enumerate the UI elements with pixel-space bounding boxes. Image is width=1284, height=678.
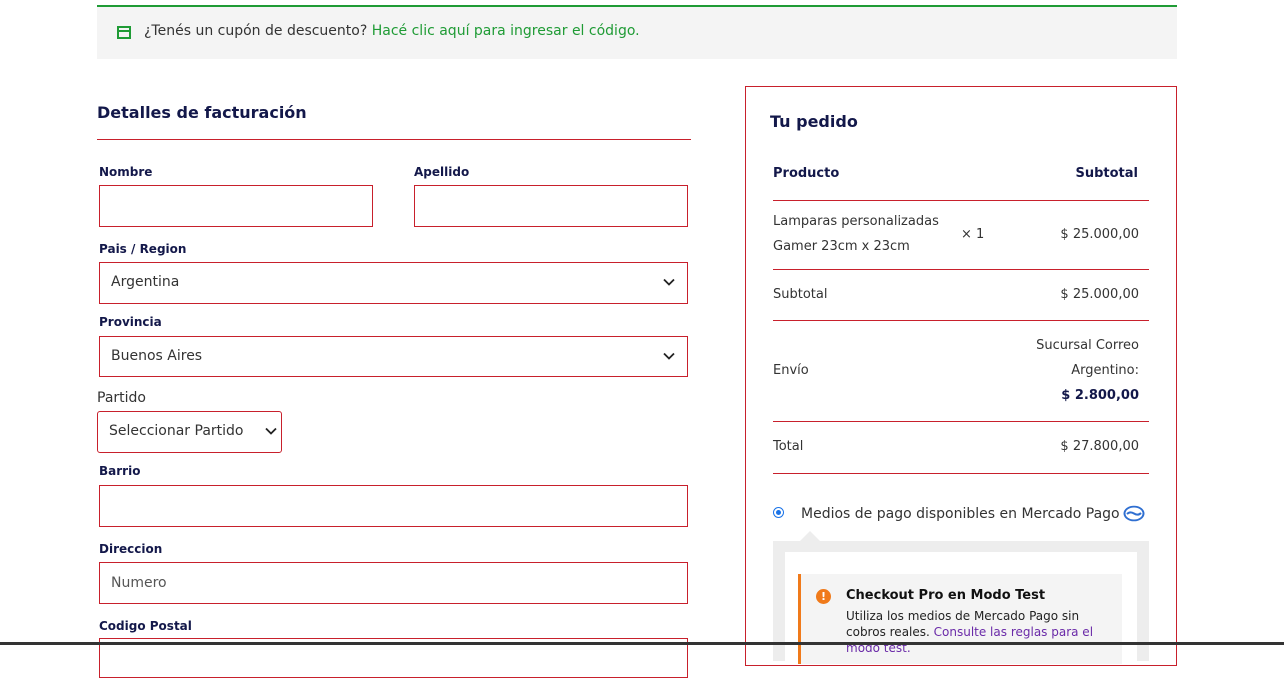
nombre-label: Nombre — [99, 165, 153, 179]
subtotal-label: Subtotal — [773, 287, 828, 302]
order-divider — [773, 269, 1149, 270]
envio-label: Envío — [773, 363, 809, 378]
order-title: Tu pedido — [770, 112, 858, 131]
provincia-select[interactable]: Buenos Aires — [99, 336, 688, 377]
total-value: $ 27.800,00 — [1060, 439, 1139, 454]
envio-price: $ 2.800,00 — [1061, 388, 1139, 403]
chevron-down-icon — [663, 278, 675, 286]
item-price: $ 25.000,00 — [1060, 227, 1139, 242]
pais-value: Argentina — [111, 274, 180, 290]
provincia-value: Buenos Aires — [111, 348, 203, 364]
codigo-postal-label: Codigo Postal — [99, 619, 192, 633]
nombre-input[interactable] — [99, 185, 373, 227]
column-product: Producto — [773, 166, 840, 181]
provincia-label: Provincia — [99, 315, 162, 329]
item-quantity: × 1 — [961, 227, 985, 242]
barrio-input[interactable] — [99, 485, 688, 527]
order-divider — [773, 320, 1149, 321]
coupon-notice: ¿Tenés un cupón de descuento? Hacé clic … — [97, 5, 1177, 59]
envio-method-line1: Sucursal Correo — [1036, 338, 1139, 353]
coupon-prompt: ¿Tenés un cupón de descuento? — [144, 23, 372, 39]
item-name-line1: Lamparas personalizadas — [773, 214, 939, 229]
chevron-down-icon — [663, 352, 675, 360]
payment-radio[interactable] — [773, 507, 784, 518]
notice-title: Checkout Pro en Modo Test — [846, 588, 1046, 603]
test-mode-notice: ! Checkout Pro en Modo Test Utiliza los … — [798, 574, 1122, 664]
order-divider — [773, 421, 1149, 422]
order-divider — [773, 200, 1149, 201]
partido-label: Partido — [97, 390, 146, 406]
direccion-input[interactable] — [99, 562, 688, 604]
coupon-link[interactable]: Hacé clic aquí para ingresar el código. — [372, 23, 640, 39]
envio-method-line2: Argentino: — [1071, 363, 1139, 378]
pais-label: Pais / Region — [99, 242, 187, 256]
pais-select[interactable]: Argentina — [99, 262, 688, 304]
direccion-label: Direccion — [99, 542, 163, 556]
order-divider — [773, 473, 1149, 474]
payment-option-label[interactable]: Medios de pago disponibles en Mercado Pa… — [801, 506, 1120, 522]
barrio-label: Barrio — [99, 464, 141, 478]
billing-divider — [97, 139, 691, 140]
payment-panel-pointer — [800, 531, 820, 541]
apellido-input[interactable] — [414, 185, 688, 227]
subtotal-value: $ 25.000,00 — [1060, 287, 1139, 302]
item-name-line2: Gamer 23cm x 23cm — [773, 239, 910, 254]
mercadopago-logo-icon — [1123, 505, 1145, 522]
coupon-text: ¿Tenés un cupón de descuento? Hacé clic … — [144, 23, 640, 39]
coupon-window-icon — [117, 26, 131, 39]
warning-icon: ! — [816, 589, 831, 604]
notice-body: Utiliza los medios de Mercado Pago sin c… — [846, 608, 1116, 656]
partido-select[interactable]: Seleccionar Partido — [97, 411, 282, 453]
apellido-label: Apellido — [414, 165, 470, 179]
column-subtotal: Subtotal — [1075, 166, 1138, 181]
billing-title: Detalles de facturación — [97, 103, 307, 122]
partido-value: Seleccionar Partido — [109, 423, 244, 439]
chevron-down-icon — [265, 427, 277, 435]
total-label: Total — [773, 439, 804, 454]
